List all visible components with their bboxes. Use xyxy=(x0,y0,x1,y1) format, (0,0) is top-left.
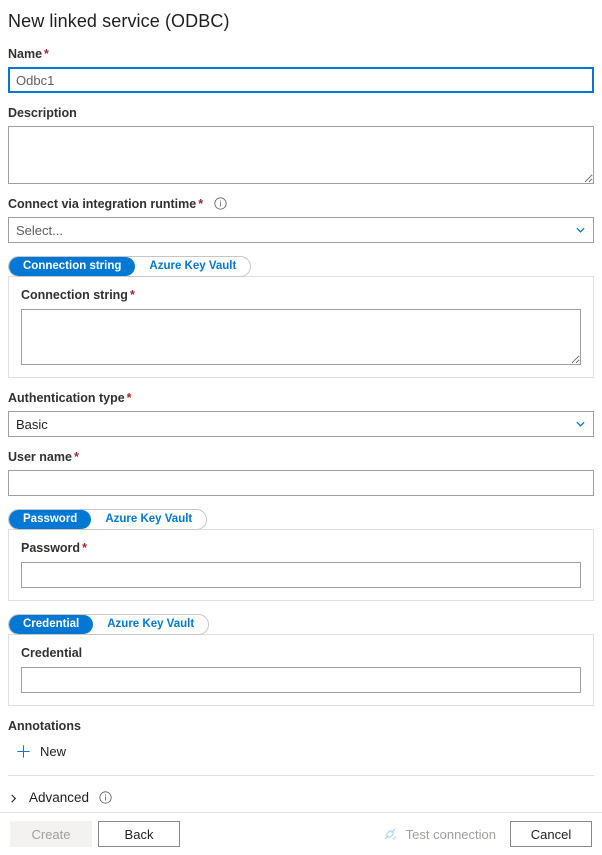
connection-string-panel: Connection string * xyxy=(8,276,594,378)
credential-section: Credential Azure Key Vault Credential xyxy=(8,614,594,706)
section-divider xyxy=(8,775,594,776)
credential-input[interactable] xyxy=(21,667,581,693)
user-name-required-asterisk: * xyxy=(73,450,79,464)
connection-string-section: Connection string Azure Key Vault Connec… xyxy=(8,256,594,378)
plug-icon xyxy=(382,826,398,842)
back-button[interactable]: Back xyxy=(98,821,180,847)
user-name-label: User name * xyxy=(8,449,594,465)
toggle-password-azure-key-vault[interactable]: Azure Key Vault xyxy=(91,510,206,529)
info-icon xyxy=(213,197,227,210)
credential-toggle: Credential Azure Key Vault xyxy=(8,614,210,635)
integration-runtime-label: Connect via integration runtime * xyxy=(8,196,594,212)
info-icon xyxy=(99,791,112,804)
connection-string-required-asterisk: * xyxy=(129,288,135,302)
toggle-password[interactable]: Password xyxy=(9,510,92,529)
page-title: New linked service (ODBC) xyxy=(8,11,230,31)
test-connection-button[interactable]: Test connection xyxy=(382,826,496,842)
password-section: Password Azure Key Vault Password * xyxy=(8,509,594,601)
user-name-label-text: User name xyxy=(8,450,72,464)
field-user-name: User name * xyxy=(8,449,594,496)
user-name-input[interactable] xyxy=(8,470,594,496)
toggle-credential-azure-key-vault[interactable]: Azure Key Vault xyxy=(93,615,208,634)
chevron-right-icon xyxy=(8,792,19,803)
credential-panel: Credential xyxy=(8,634,594,706)
authentication-type-required-asterisk: * xyxy=(126,391,132,405)
password-required-asterisk: * xyxy=(82,541,87,555)
integration-runtime-label-text: Connect via integration runtime xyxy=(8,197,197,211)
integration-runtime-select-wrap: Select... xyxy=(8,217,594,243)
annotations-label: Annotations xyxy=(8,719,81,733)
name-label-text: Name xyxy=(8,47,43,61)
connection-string-label: Connection string * xyxy=(21,287,581,303)
credential-label-text: Credential xyxy=(21,646,83,660)
advanced-label: Advanced xyxy=(29,790,90,805)
create-button[interactable]: Create xyxy=(10,821,92,847)
name-label: Name * xyxy=(8,46,594,62)
credential-label: Credential xyxy=(21,645,581,661)
connection-string-textarea[interactable] xyxy=(21,309,581,365)
field-authentication-type: Authentication type * Basic xyxy=(8,390,594,437)
authentication-type-select[interactable]: Basic xyxy=(8,411,594,437)
description-label-text: Description xyxy=(8,106,77,120)
toggle-credential[interactable]: Credential xyxy=(9,615,94,634)
name-input[interactable] xyxy=(8,67,594,93)
authentication-type-select-wrap: Basic xyxy=(8,411,594,437)
toggle-connection-azure-key-vault[interactable]: Azure Key Vault xyxy=(135,257,250,276)
advanced-toggle[interactable]: Advanced xyxy=(8,790,594,805)
authentication-type-label-text: Authentication type xyxy=(8,391,125,405)
description-label: Description xyxy=(8,105,594,121)
annotations-section: Annotations New xyxy=(8,718,594,762)
description-textarea[interactable] xyxy=(8,126,594,184)
field-name: Name * xyxy=(8,46,594,93)
authentication-type-label: Authentication type * xyxy=(8,390,594,406)
field-description: Description xyxy=(8,105,594,184)
password-label: Password * xyxy=(21,540,581,556)
plus-icon xyxy=(16,744,31,759)
connection-string-toggle: Connection string Azure Key Vault xyxy=(8,256,252,277)
add-annotation-label: New xyxy=(40,744,67,759)
toggle-connection-string[interactable]: Connection string xyxy=(9,257,136,276)
password-toggle: Password Azure Key Vault xyxy=(8,509,208,530)
connection-string-label-text: Connection string xyxy=(21,288,128,302)
test-connection-label: Test connection xyxy=(405,826,496,842)
integration-runtime-select[interactable]: Select... xyxy=(8,217,594,243)
password-label-text: Password xyxy=(21,541,81,555)
password-panel: Password * xyxy=(8,529,594,601)
form-footer: Create Back Test connection Cancel xyxy=(0,812,602,855)
field-integration-runtime: Connect via integration runtime * Select.… xyxy=(8,196,594,243)
add-annotation-button[interactable]: New xyxy=(16,744,66,759)
linked-service-form: New linked service (ODBC) Name* Descript… xyxy=(0,0,602,812)
integration-runtime-required-asterisk: * xyxy=(198,197,204,211)
cancel-button[interactable]: Cancel xyxy=(510,821,592,847)
password-input[interactable] xyxy=(21,562,581,588)
name-required-asterisk: * xyxy=(44,47,49,61)
